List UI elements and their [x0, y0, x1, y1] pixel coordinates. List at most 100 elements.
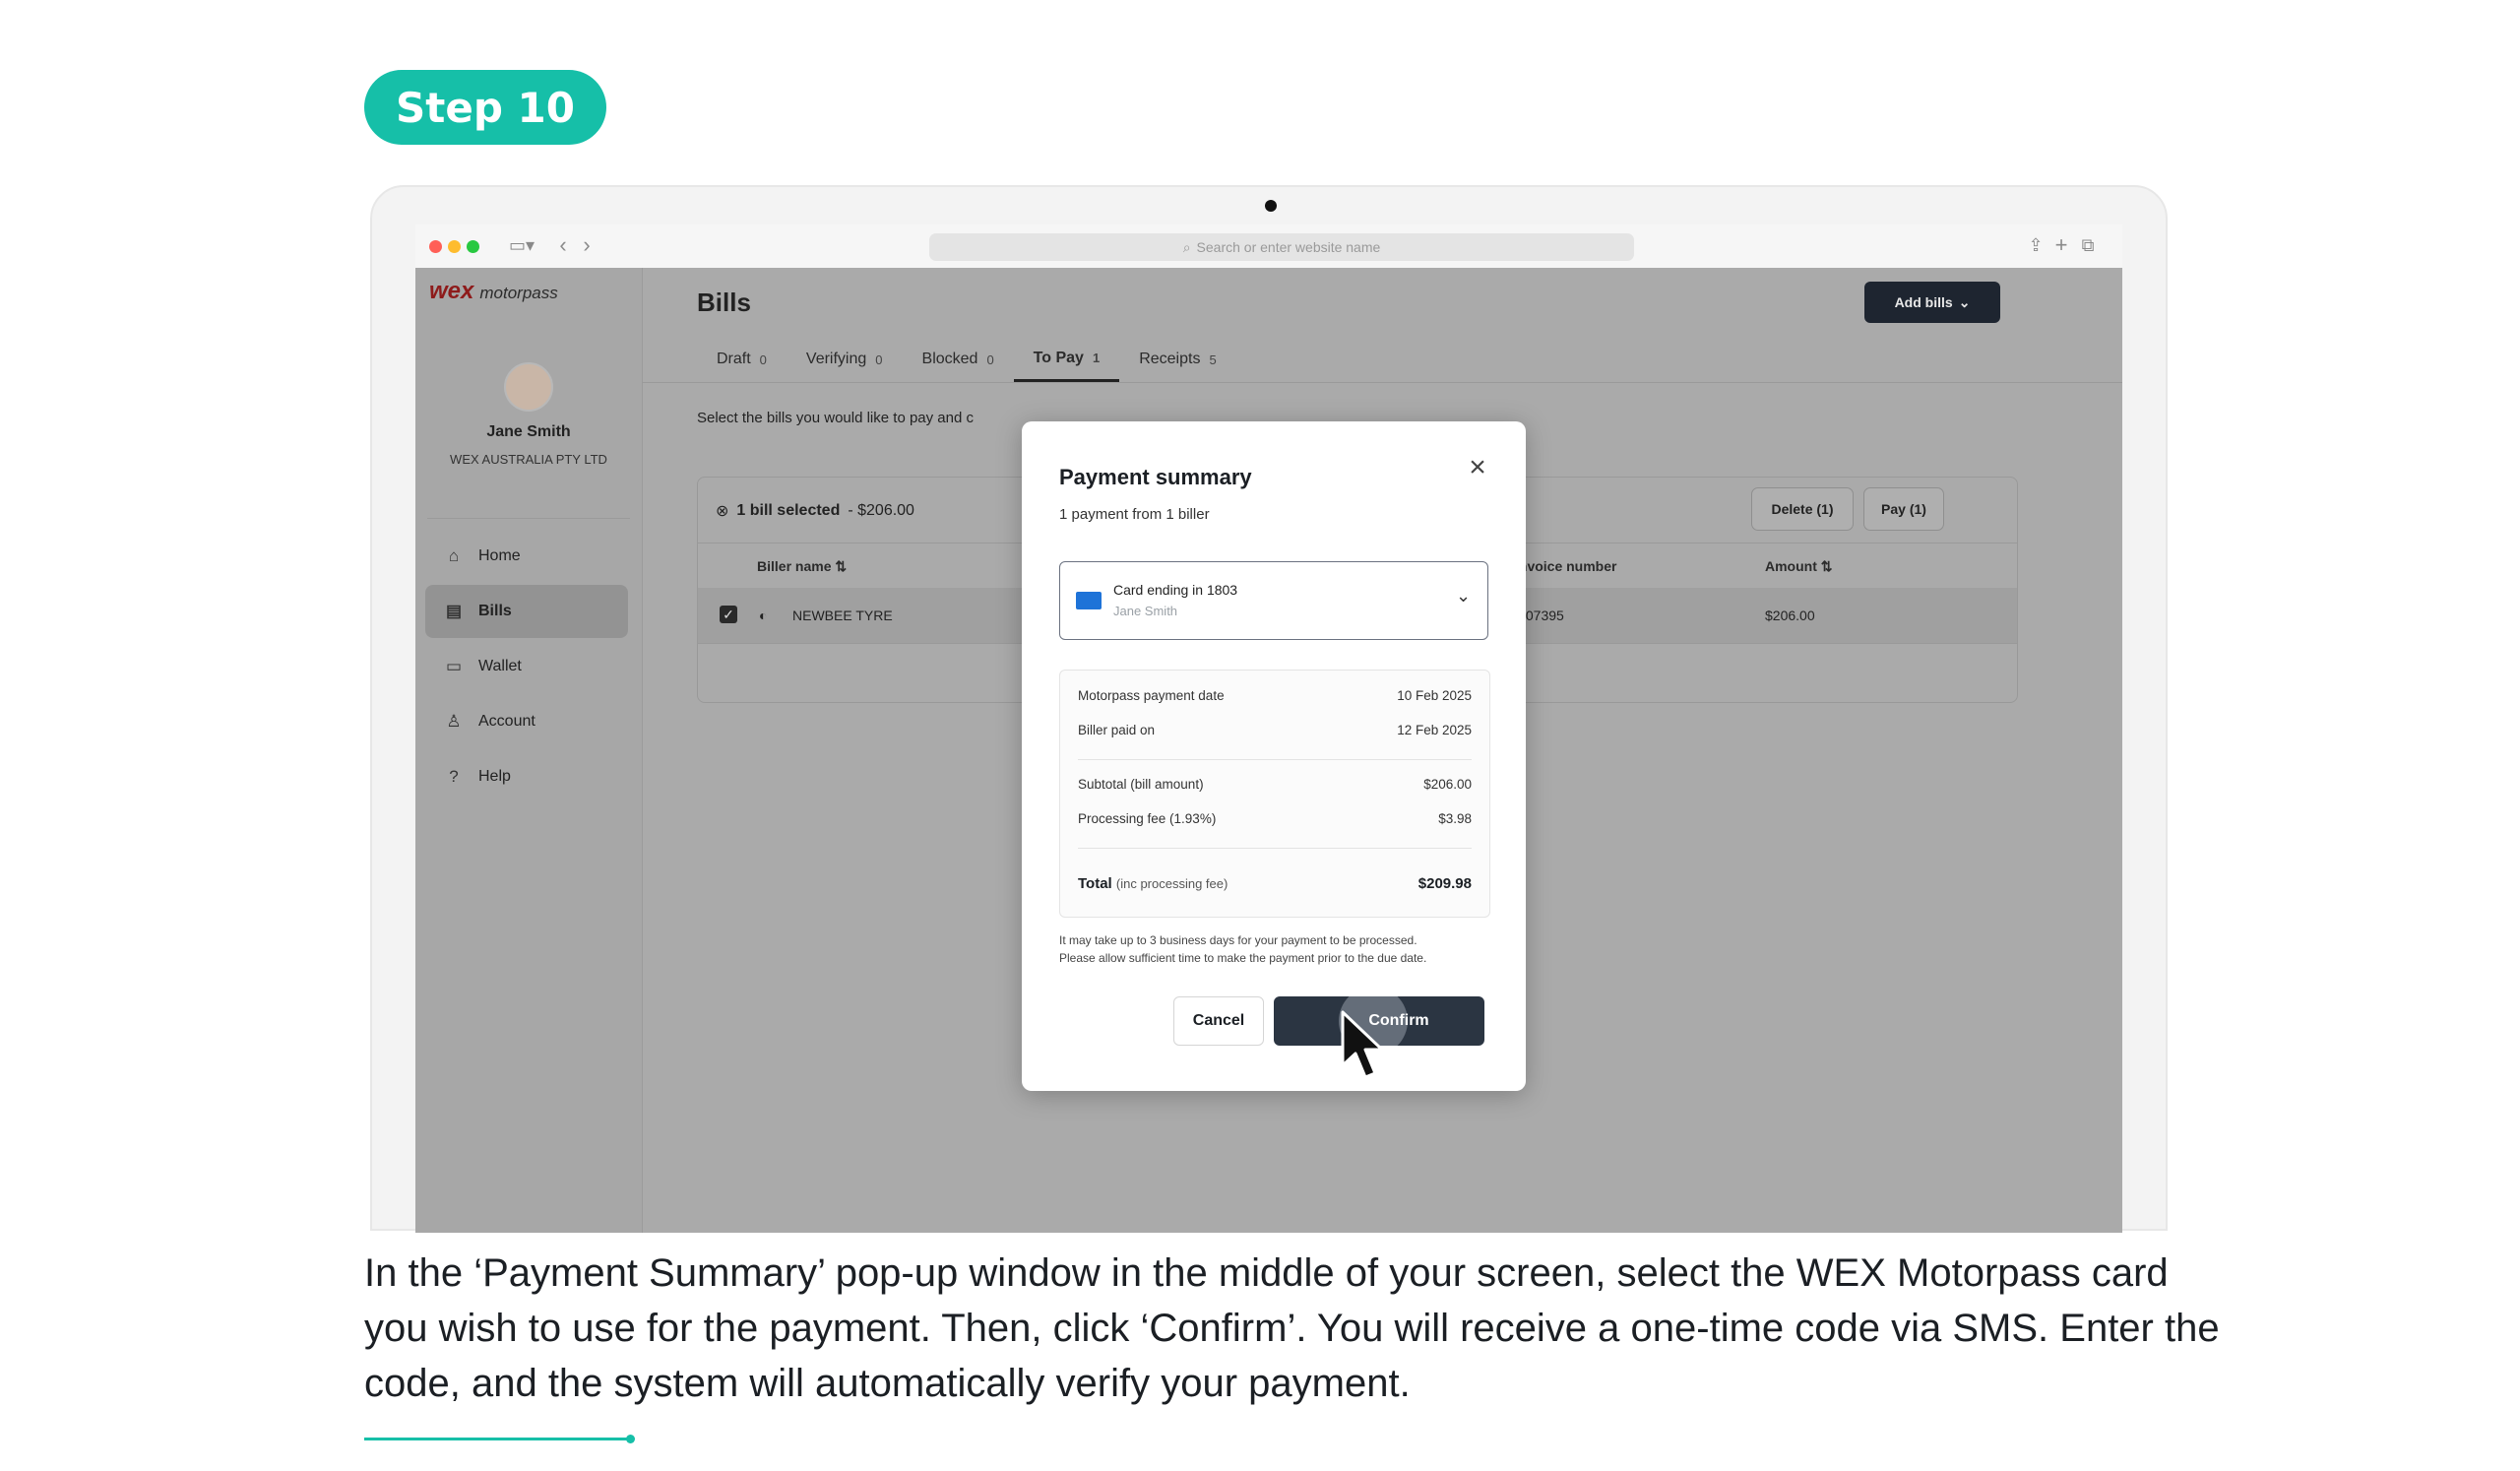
- wallet-icon: ▭: [445, 657, 463, 675]
- tabs-divider: [642, 382, 2122, 383]
- tab-verifying[interactable]: Verifying 0: [787, 337, 903, 382]
- delete-button[interactable]: Delete (1): [1751, 487, 1854, 531]
- card-label: Card ending in 1803: [1113, 582, 1238, 598]
- tab-label: Receipts: [1139, 351, 1201, 367]
- selection-count: 1 bill selected: [736, 502, 841, 519]
- card-select-dropdown[interactable]: Card ending in 1803 Jane Smith ⌄: [1059, 561, 1488, 640]
- document-icon: ▤: [445, 602, 463, 620]
- credit-card-icon: [1076, 592, 1102, 609]
- user-name: Jane Smith: [486, 423, 571, 440]
- chevron-down-icon: ⌄: [1456, 586, 1472, 606]
- column-header-label: Amount: [1765, 558, 1817, 574]
- bill-amount: $206.00: [1765, 608, 1815, 623]
- sidebar-item-wallet[interactable]: ▭ Wallet: [425, 640, 628, 693]
- tab-count: 0: [875, 352, 883, 367]
- sidebar-item-label: Bills: [478, 603, 512, 619]
- biller-name: NEWBEE TYRE: [792, 608, 893, 623]
- clear-selection-icon[interactable]: ⊗: [716, 501, 728, 521]
- sort-icon: ⇅: [835, 558, 848, 574]
- close-icon[interactable]: ×: [1463, 451, 1492, 483]
- avatar[interactable]: [504, 362, 553, 412]
- summary-label: Subtotal (bill amount): [1078, 777, 1204, 792]
- sidebar-item-account[interactable]: ♙ Account: [425, 695, 628, 748]
- address-placeholder: Search or enter website name: [1196, 239, 1381, 255]
- selection-summary: ⊗ 1 bill selected - $206.00: [716, 501, 914, 521]
- close-window-button[interactable]: [429, 240, 442, 253]
- modal-title: Payment summary: [1059, 465, 1252, 489]
- summary-value: 12 Feb 2025: [1397, 723, 1472, 737]
- add-bills-label: Add bills: [1894, 294, 1953, 310]
- bill-status-tabs: Draft 0 Verifying 0 Blocked 0 To Pay 1 Recei…: [697, 337, 1236, 382]
- new-tab-icon[interactable]: +: [2051, 232, 2071, 258]
- tab-receipts[interactable]: Receipts 5: [1119, 337, 1235, 382]
- logo-product: motorpass: [479, 284, 558, 302]
- summary-value: $3.98: [1438, 811, 1472, 826]
- browser-toolbar: ▭▾ ‹ › ⌕ Search or enter website name ⇪ …: [415, 224, 2122, 268]
- summary-divider: [1078, 759, 1472, 760]
- tab-to-pay[interactable]: To Pay 1: [1013, 337, 1120, 382]
- column-header-biller[interactable]: Biller name ⇅: [757, 558, 847, 575]
- caption-underline-dot: [626, 1435, 635, 1443]
- sort-icon: ⇅: [1820, 558, 1833, 574]
- caption-underline: [364, 1438, 632, 1440]
- step-caption: In the ‘Payment Summary’ pop-up window i…: [364, 1251, 2220, 1405]
- summary-row-subtotal: Subtotal (bill amount) $206.00: [1078, 777, 1472, 792]
- summary-value: 10 Feb 2025: [1397, 688, 1472, 703]
- summary-row-biller-paid: Biller paid on 12 Feb 2025: [1078, 723, 1472, 737]
- tab-overview-icon[interactable]: ⧉: [2077, 232, 2099, 258]
- summary-label: Biller paid on: [1078, 723, 1156, 737]
- column-header-amount[interactable]: Amount ⇅: [1765, 558, 1833, 575]
- tab-count: 0: [759, 352, 767, 367]
- payment-summary-modal: Payment summary × 1 payment from 1 bille…: [1022, 421, 1526, 1091]
- notice-line: It may take up to 3 business days for yo…: [1059, 933, 1418, 947]
- total-note: (inc processing fee): [1115, 876, 1228, 891]
- person-icon: ♙: [446, 712, 462, 731]
- summary-value: $206.00: [1423, 777, 1472, 792]
- step-badge: Step 10: [364, 70, 606, 145]
- maximize-window-button[interactable]: [467, 240, 479, 253]
- minimize-window-button[interactable]: [448, 240, 461, 253]
- sidebar-item-home[interactable]: ⌂ Home: [425, 530, 628, 583]
- home-icon: ⌂: [448, 546, 460, 565]
- summary-row-processing-fee: Processing fee (1.93%) $3.98: [1078, 811, 1472, 826]
- sidebar-item-label: Account: [478, 713, 536, 730]
- row-checkbox[interactable]: ✓: [720, 606, 737, 623]
- back-icon[interactable]: ‹: [553, 232, 573, 258]
- forward-icon[interactable]: ›: [577, 232, 597, 258]
- tab-blocked[interactable]: Blocked 0: [903, 337, 1014, 382]
- sidebar-toggle-icon[interactable]: ▭▾: [502, 232, 541, 258]
- help-icon: ?: [449, 767, 459, 786]
- total-label: Total: [1078, 875, 1112, 892]
- selection-amount: - $206.00: [848, 502, 914, 519]
- sidebar-item-help[interactable]: ? Help: [425, 750, 628, 803]
- tab-count: 0: [986, 352, 994, 367]
- column-header-label: Biller name: [757, 558, 832, 574]
- chevron-down-icon: ⌄: [1958, 293, 1971, 310]
- tab-count: 5: [1209, 352, 1217, 367]
- pay-button[interactable]: Pay (1): [1863, 487, 1944, 531]
- tab-label: Verifying: [805, 351, 867, 367]
- cancel-button[interactable]: Cancel: [1173, 996, 1264, 1046]
- logo-brand: wex: [429, 278, 474, 304]
- summary-row-payment-date: Motorpass payment date 10 Feb 2025: [1078, 688, 1472, 703]
- payment-breakdown: Motorpass payment date 10 Feb 2025 Bille…: [1059, 670, 1490, 918]
- sidebar-item-label: Help: [478, 768, 511, 785]
- summary-row-total: Total (inc processing fee) $209.98: [1078, 875, 1472, 892]
- processing-notice: It may take up to 3 business days for yo…: [1059, 931, 1492, 967]
- tab-label: Blocked: [921, 351, 978, 367]
- wex-motorpass-logo: wex motorpass: [429, 278, 558, 305]
- confirm-label: Confirm: [1368, 1012, 1429, 1029]
- share-icon[interactable]: ⇪: [2026, 232, 2046, 258]
- modal-subtitle: 1 payment from 1 biller: [1059, 506, 1210, 523]
- address-bar[interactable]: ⌕ Search or enter website name: [929, 233, 1634, 261]
- biller-avatar-icon: ◐: [759, 608, 768, 623]
- sidebar-item-bills[interactable]: ▤ Bills: [425, 585, 628, 638]
- sidebar: wex motorpass Jane Smith WEX AUSTRALIA P…: [415, 268, 643, 1233]
- add-bills-button[interactable]: Add bills ⌄: [1864, 282, 2000, 323]
- tab-draft[interactable]: Draft 0: [697, 337, 787, 382]
- search-icon: ⌕: [1182, 238, 1191, 255]
- tab-label: Draft: [717, 351, 751, 367]
- column-header-invoice[interactable]: Invoice number: [1515, 558, 1616, 574]
- sidebar-item-label: Home: [478, 547, 521, 564]
- page-title: Bills: [697, 288, 751, 317]
